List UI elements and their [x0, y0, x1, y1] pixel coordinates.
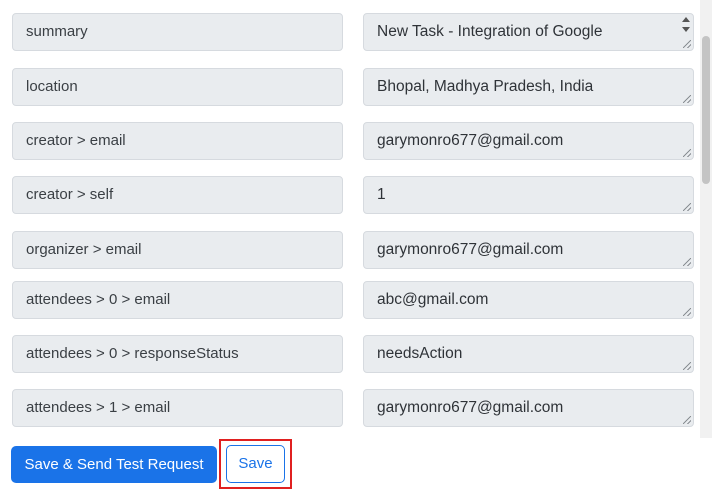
resize-grip-icon[interactable] — [683, 308, 691, 316]
resize-grip-icon[interactable] — [683, 40, 691, 48]
field-row-attendees-0-email: attendees > 0 > email abc@gmail.com — [0, 281, 712, 319]
save-and-send-test-request-button[interactable]: Save & Send Test Request — [11, 446, 217, 483]
field-row-summary: summary New Task - Integration of Google — [0, 13, 712, 51]
page-scrollbar[interactable] — [700, 0, 712, 438]
field-row-creator-email: creator > email garymonro677@gmail.com — [0, 122, 712, 160]
field-value-text: garymonro677@gmail.com — [377, 399, 564, 416]
field-value-textarea[interactable]: abc@gmail.com — [363, 281, 694, 319]
field-value-textarea[interactable]: Bhopal, Madhya Pradesh, India — [363, 68, 694, 106]
field-key: creator > self — [12, 176, 343, 214]
field-key: location — [12, 68, 343, 106]
field-key: summary — [12, 13, 343, 51]
field-key: attendees > 1 > email — [12, 389, 343, 427]
scrollbar-thumb[interactable] — [702, 36, 710, 184]
field-value-text: garymonro677@gmail.com — [377, 241, 564, 258]
field-value-text: New Task - Integration of Google — [377, 23, 603, 40]
field-key: organizer > email — [12, 231, 343, 269]
scroll-down-icon[interactable] — [682, 27, 690, 32]
field-value-textarea[interactable]: 1 — [363, 176, 694, 214]
field-value-text: garymonro677@gmail.com — [377, 132, 564, 149]
scroll-up-icon[interactable] — [682, 17, 690, 22]
field-value-text: abc@gmail.com — [377, 291, 489, 308]
field-value-text: needsAction — [377, 345, 463, 362]
field-key: attendees > 0 > responseStatus — [12, 335, 343, 373]
field-value-textarea[interactable]: New Task - Integration of Google — [363, 13, 694, 51]
field-value-textarea[interactable]: garymonro677@gmail.com — [363, 122, 694, 160]
resize-grip-icon[interactable] — [683, 149, 691, 157]
resize-grip-icon[interactable] — [683, 203, 691, 211]
field-row-attendees-0-responsestatus: attendees > 0 > responseStatus needsActi… — [0, 335, 712, 373]
field-row-attendees-1-email: attendees > 1 > email garymonro677@gmail… — [0, 389, 712, 427]
field-value-text: 1 — [377, 186, 386, 203]
field-value-textarea[interactable]: garymonro677@gmail.com — [363, 389, 694, 427]
resize-grip-icon[interactable] — [683, 362, 691, 370]
field-key: attendees > 0 > email — [12, 281, 343, 319]
field-row-organizer-email: organizer > email garymonro677@gmail.com — [0, 231, 712, 269]
field-value-textarea[interactable]: garymonro677@gmail.com — [363, 231, 694, 269]
field-row-location: location Bhopal, Madhya Pradesh, India — [0, 68, 712, 106]
save-button[interactable]: Save — [226, 445, 285, 483]
resize-grip-icon[interactable] — [683, 258, 691, 266]
field-mapping-list: summary New Task - Integration of Google… — [0, 0, 712, 438]
field-value-text: Bhopal, Madhya Pradesh, India — [377, 78, 594, 95]
resize-grip-icon[interactable] — [683, 95, 691, 103]
field-value-textarea[interactable]: needsAction — [363, 335, 694, 373]
field-row-creator-self: creator > self 1 — [0, 176, 712, 214]
resize-grip-icon[interactable] — [683, 416, 691, 424]
field-key: creator > email — [12, 122, 343, 160]
